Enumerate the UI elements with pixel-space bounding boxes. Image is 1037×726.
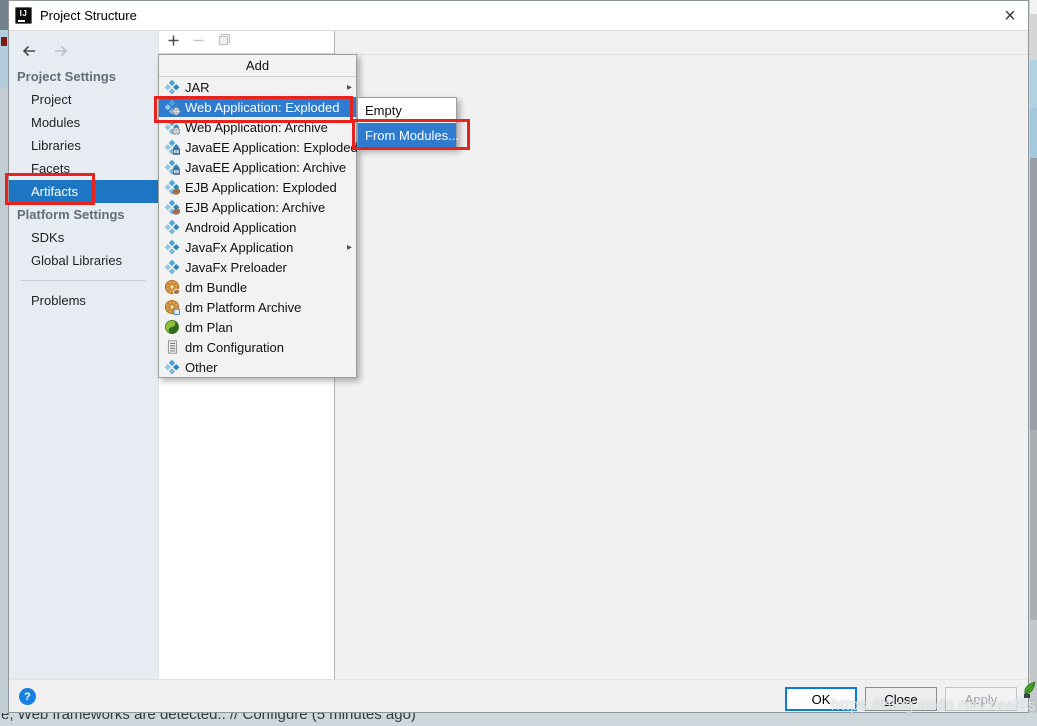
artifact-jar-icon xyxy=(164,79,180,95)
dm-bundle-icon xyxy=(164,279,181,295)
artifact-plain-icon xyxy=(164,219,180,235)
annotation-artifacts xyxy=(5,173,95,205)
dm-plan-icon xyxy=(164,319,180,335)
help-icon: ? xyxy=(24,690,31,703)
menu-item-dm-platform-archive[interactable]: dm Platform Archive xyxy=(159,297,356,317)
menu-item-android-application[interactable]: Android Application xyxy=(159,217,356,237)
menu-item-ejb-application-archive[interactable]: EJB Application: Archive xyxy=(159,197,356,217)
remove-icon[interactable] xyxy=(193,33,204,51)
sidebar-item-libraries[interactable]: Libraries xyxy=(9,134,158,157)
dialog-title: Project Structure xyxy=(40,8,137,23)
menu-item-other[interactable]: Other xyxy=(159,357,356,377)
back-icon[interactable] xyxy=(21,44,37,63)
forward-icon[interactable] xyxy=(53,44,69,63)
menu-item-label: dm Bundle xyxy=(185,279,248,295)
artifact-javaee-icon: EE xyxy=(164,159,181,175)
sidebar-item-sdks[interactable]: SDKs xyxy=(9,226,158,249)
menu-item-label: dm Plan xyxy=(185,319,233,335)
nav-arrows xyxy=(9,31,158,65)
dm-config-icon xyxy=(164,339,180,355)
artifact-javaee-icon: EE xyxy=(164,139,181,155)
menu-item-label: JavaEE Application: Exploded xyxy=(185,139,358,155)
close-icon[interactable]: × xyxy=(992,1,1028,31)
menu-item-jar[interactable]: JAR ▸ xyxy=(159,77,356,97)
background-ide-right xyxy=(1030,0,1037,726)
menu-item-label: JAR xyxy=(185,79,210,95)
menu-item-label: dm Configuration xyxy=(185,339,284,355)
dialog-titlebar[interactable]: IJ Project Structure × xyxy=(9,1,1028,31)
artifact-ejb-icon xyxy=(164,179,181,195)
menu-item-label: EJB Application: Archive xyxy=(185,199,326,215)
help-button[interactable]: ? xyxy=(19,688,36,705)
sidebar-item-global-libraries[interactable]: Global Libraries xyxy=(9,249,158,272)
menu-item-label: JavaEE Application: Archive xyxy=(185,159,347,175)
menu-item-label: EJB Application: Exploded xyxy=(185,179,337,195)
submenu-arrow-icon: ▸ xyxy=(346,81,352,93)
menu-title: Add xyxy=(159,55,356,77)
svg-text:EE: EE xyxy=(174,149,180,154)
background-mark xyxy=(1,37,7,46)
artifact-plain-icon xyxy=(164,359,180,375)
menu-item-label: Other xyxy=(185,359,218,375)
menu-item-label: dm Platform Archive xyxy=(185,299,302,315)
menu-item-javafx-application[interactable]: JavaFx Application ▸ xyxy=(159,237,356,257)
sidebar-divider xyxy=(21,280,146,281)
artifact-plain-icon xyxy=(164,259,180,275)
menu-item-label: JavaFx Application xyxy=(185,239,294,255)
sidebar-item-project[interactable]: Project xyxy=(9,88,158,111)
artifact-plain-icon xyxy=(164,239,180,255)
menu-item-ejb-application-exploded[interactable]: EJB Application: Exploded xyxy=(159,177,356,197)
sidebar: Project Settings Project Modules Libraries F… xyxy=(9,31,159,679)
artifacts-toolbar xyxy=(159,31,334,54)
sidebar-header-project-settings: Project Settings xyxy=(17,69,116,84)
menu-item-javafx-preloader[interactable]: JavaFx Preloader xyxy=(159,257,356,277)
svg-text:EE: EE xyxy=(174,169,180,174)
sidebar-header-platform-settings: Platform Settings xyxy=(17,207,125,222)
submenu-arrow-icon: ▸ xyxy=(346,241,352,253)
menu-item-label: Android Application xyxy=(185,219,297,235)
toolbar-separator xyxy=(335,54,1028,55)
copy-icon[interactable] xyxy=(218,33,231,51)
menu-item-dm-configuration[interactable]: dm Configuration xyxy=(159,337,356,357)
intellij-logo-icon: IJ xyxy=(15,7,32,24)
artifact-ejb-icon xyxy=(164,199,181,215)
dm-platform-icon xyxy=(164,299,180,315)
menu-item-dm-plan[interactable]: dm Plan xyxy=(159,317,356,337)
sidebar-item-problems[interactable]: Problems xyxy=(9,289,158,312)
menu-item-label: JavaFx Preloader xyxy=(185,259,287,275)
menu-item-javaee-application-exploded[interactable]: EE JavaEE Application: Exploded xyxy=(159,137,358,157)
watermark: https://blog.csdn.net/zeal9s xyxy=(830,697,1036,714)
menu-item-javaee-application-archive[interactable]: EE JavaEE Application: Archive xyxy=(159,157,356,177)
add-icon[interactable] xyxy=(168,33,179,51)
menu-item-dm-bundle[interactable]: dm Bundle xyxy=(159,277,356,297)
background-ide-left xyxy=(0,0,8,726)
annotation-from-modules xyxy=(352,119,470,150)
annotation-web-application-exploded xyxy=(154,96,353,123)
sidebar-item-modules[interactable]: Modules xyxy=(9,111,158,134)
